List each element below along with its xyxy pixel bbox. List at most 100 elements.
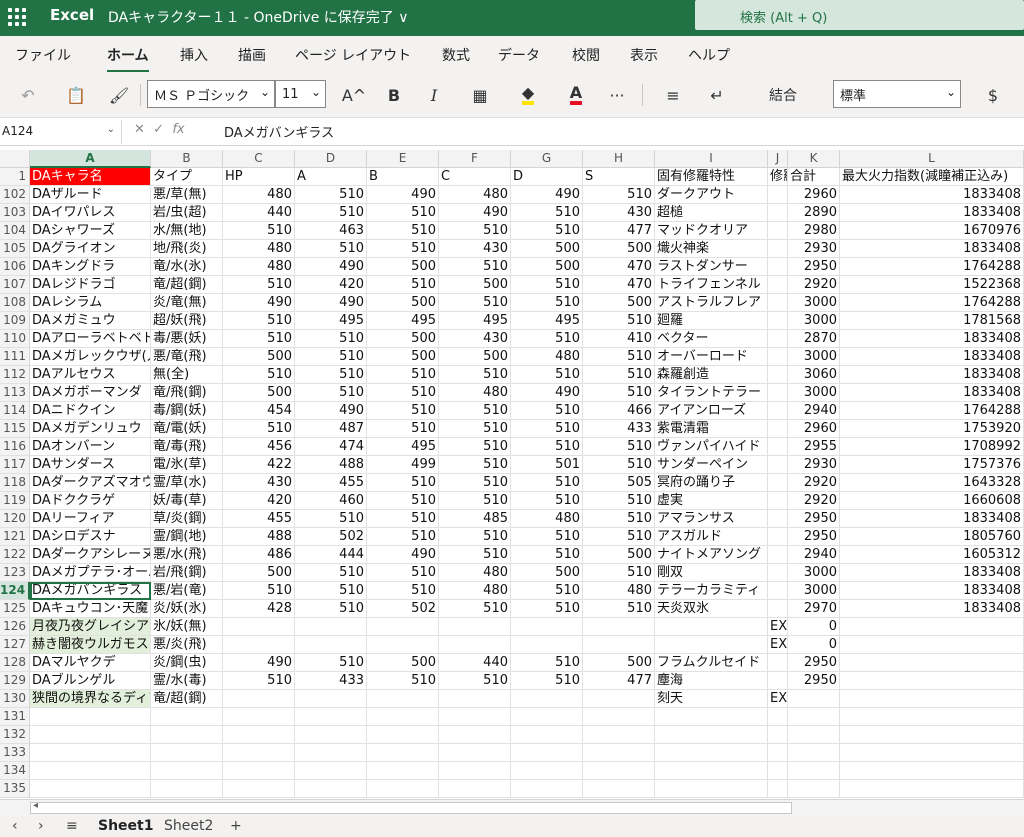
table-cell[interactable]: 2950: [788, 528, 840, 546]
table-cell[interactable]: 510: [511, 582, 583, 600]
table-cell[interactable]: 3000: [788, 294, 840, 312]
table-cell[interactable]: 490: [511, 186, 583, 204]
table-cell[interactable]: 2930: [788, 240, 840, 258]
column-header-e[interactable]: E: [367, 150, 439, 168]
table-cell[interactable]: 竜/飛(鋼): [151, 384, 223, 402]
table-cell[interactable]: [511, 636, 583, 654]
table-cell[interactable]: 480: [439, 384, 511, 402]
table-cell[interactable]: 0: [788, 618, 840, 636]
table-cell[interactable]: 悪/草(無): [151, 186, 223, 204]
table-cell[interactable]: 510: [439, 492, 511, 510]
table-cell[interactable]: 510: [223, 366, 295, 384]
column-heading-cell[interactable]: S: [583, 168, 655, 186]
table-cell[interactable]: 510: [439, 600, 511, 618]
table-cell[interactable]: 1833408: [840, 564, 1024, 582]
table-cell[interactable]: [768, 780, 788, 798]
table-cell[interactable]: 440: [439, 654, 511, 672]
undo-icon[interactable]: ↶: [10, 82, 46, 108]
table-cell[interactable]: 竜/電(妖): [151, 420, 223, 438]
table-cell[interactable]: 塵海: [655, 672, 768, 690]
table-cell[interactable]: 1833408: [840, 186, 1024, 204]
table-cell[interactable]: [511, 744, 583, 762]
row-header-120[interactable]: 120: [0, 510, 30, 528]
table-cell[interactable]: 510: [511, 474, 583, 492]
table-cell[interactable]: 422: [223, 456, 295, 474]
table-cell[interactable]: 2920: [788, 474, 840, 492]
table-cell[interactable]: 510: [295, 330, 367, 348]
table-cell[interactable]: [583, 636, 655, 654]
grow-font-icon[interactable]: A^: [340, 82, 368, 108]
row-header-122[interactable]: 122: [0, 546, 30, 564]
scroll-left-icon[interactable]: ◂: [33, 800, 38, 811]
table-cell[interactable]: 510: [295, 654, 367, 672]
table-cell[interactable]: 超/妖(飛): [151, 312, 223, 330]
table-cell[interactable]: ベクター: [655, 330, 768, 348]
table-cell[interactable]: 1764288: [840, 258, 1024, 276]
table-cell[interactable]: 480: [223, 240, 295, 258]
table-cell[interactable]: [295, 744, 367, 762]
table-cell[interactable]: [768, 654, 788, 672]
table-cell[interactable]: DAシャワーズ: [30, 222, 151, 240]
column-header-l[interactable]: L: [840, 150, 1024, 168]
table-cell[interactable]: 3000: [788, 582, 840, 600]
table-cell[interactable]: [768, 582, 788, 600]
table-cell[interactable]: テラーカラミティ: [655, 582, 768, 600]
table-cell[interactable]: 456: [223, 438, 295, 456]
table-cell[interactable]: 1833408: [840, 330, 1024, 348]
row-header-105[interactable]: 105: [0, 240, 30, 258]
table-cell[interactable]: [840, 726, 1024, 744]
table-cell[interactable]: [511, 762, 583, 780]
table-cell[interactable]: 510: [367, 528, 439, 546]
table-cell[interactable]: 水/無(地): [151, 222, 223, 240]
table-cell[interactable]: 490: [295, 258, 367, 276]
name-box[interactable]: A124 ⌄: [0, 120, 122, 144]
column-heading-cell[interactable]: 修羅: [768, 168, 788, 186]
table-cell[interactable]: 490: [511, 384, 583, 402]
table-cell[interactable]: [840, 762, 1024, 780]
table-cell[interactable]: 2980: [788, 222, 840, 240]
table-cell[interactable]: 2930: [788, 456, 840, 474]
table-cell[interactable]: タイラントテラー: [655, 384, 768, 402]
table-cell[interactable]: [223, 780, 295, 798]
table-cell[interactable]: [223, 744, 295, 762]
table-cell[interactable]: 444: [295, 546, 367, 564]
table-cell[interactable]: [367, 726, 439, 744]
table-cell[interactable]: 2955: [788, 438, 840, 456]
table-cell[interactable]: [655, 708, 768, 726]
table-cell[interactable]: 510: [583, 600, 655, 618]
table-cell[interactable]: 霊/草(水): [151, 474, 223, 492]
table-cell[interactable]: 455: [223, 510, 295, 528]
column-heading-cell[interactable]: 合計: [788, 168, 840, 186]
table-cell[interactable]: 480: [439, 564, 511, 582]
table-cell[interactable]: 2940: [788, 546, 840, 564]
table-cell[interactable]: [30, 708, 151, 726]
table-cell[interactable]: マッドクオリア: [655, 222, 768, 240]
table-cell[interactable]: 510: [439, 258, 511, 276]
column-header-a[interactable]: A: [30, 150, 151, 168]
table-cell[interactable]: [583, 780, 655, 798]
fill-color-icon[interactable]: ◆: [510, 82, 546, 108]
table-cell[interactable]: [768, 222, 788, 240]
table-cell[interactable]: 440: [223, 204, 295, 222]
table-cell[interactable]: 477: [583, 672, 655, 690]
table-cell[interactable]: 490: [223, 294, 295, 312]
table-cell[interactable]: 420: [223, 492, 295, 510]
table-cell[interactable]: 510: [583, 438, 655, 456]
tab-view[interactable]: 表示: [630, 45, 658, 65]
table-cell[interactable]: 510: [367, 564, 439, 582]
table-cell[interactable]: 510: [367, 420, 439, 438]
table-cell[interactable]: 510: [439, 528, 511, 546]
table-cell[interactable]: 2960: [788, 420, 840, 438]
table-cell[interactable]: 510: [295, 510, 367, 528]
table-cell[interactable]: 486: [223, 546, 295, 564]
horizontal-scrollbar[interactable]: ◂: [0, 799, 1024, 816]
table-cell[interactable]: [439, 636, 511, 654]
table-cell[interactable]: 510: [295, 600, 367, 618]
table-cell[interactable]: DAアローラベトベトン: [30, 330, 151, 348]
font-size-select[interactable]: 11 ⌄: [275, 80, 326, 108]
table-cell[interactable]: [439, 780, 511, 798]
table-cell[interactable]: [840, 618, 1024, 636]
table-cell[interactable]: 熾火神楽: [655, 240, 768, 258]
table-cell[interactable]: [788, 744, 840, 762]
table-cell[interactable]: 510: [223, 330, 295, 348]
